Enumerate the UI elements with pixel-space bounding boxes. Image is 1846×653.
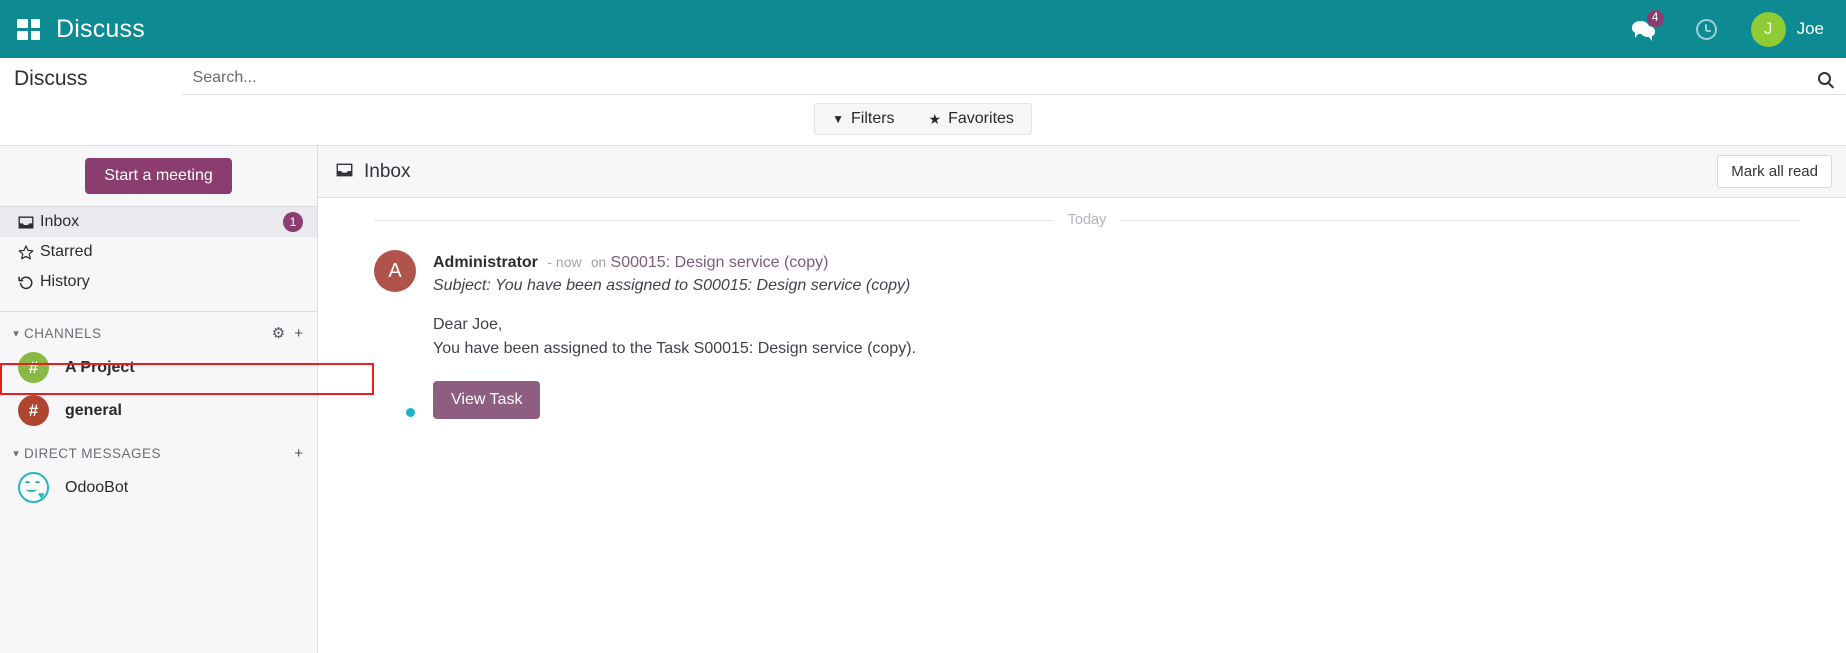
clock-icon [1696,19,1717,40]
thread-title: Inbox [336,161,410,183]
filters-dropdown-button[interactable]: ▼ Filters [815,104,911,134]
control-panel-top-row: Discuss [0,58,1846,99]
date-separator-rule-left [374,220,1054,221]
search-view [182,62,1846,95]
user-name-label: Joe [1797,19,1824,39]
history-icon [18,275,40,290]
message-header: Administrator - now on S00015: Design se… [433,252,1800,274]
sidebar-item-inbox[interactable]: Inbox 1 [0,207,317,237]
sidebar-channel-general[interactable]: # general [0,389,317,432]
channel-hash-icon: # [18,352,49,383]
sidebar-item-history-label: History [40,273,303,291]
messages-counter-badge: 4 [1647,10,1664,27]
top-navbar: Discuss 4 J Joe [0,0,1846,58]
date-separator: Today [318,212,1846,228]
filters-label: Filters [851,110,895,128]
message-record-link[interactable]: S00015: Design service (copy) [611,254,829,271]
search-input[interactable] [182,69,1815,87]
favorites-label: Favorites [948,110,1014,128]
channels-section-title: CHANNELS [24,326,263,341]
activities-systray-button[interactable] [1696,19,1717,40]
apps-grid-icon [17,19,40,40]
messages-systray-button[interactable]: 4 [1632,17,1662,41]
sidebar-channel-a-project[interactable]: # A Project [0,346,317,389]
navbar-app-title: Discuss [56,15,145,44]
online-dot-icon [405,407,416,418]
message-item: A Administrator - now on S00015: Design … [318,250,1846,419]
plus-icon[interactable]: + [294,326,303,341]
search-icon [1818,72,1831,85]
thread-message-list: Today A Administrator - now on S00015: D… [318,198,1846,653]
search-dropdown-group: ▼ Filters ★ Favorites [814,103,1032,135]
date-separator-label: Today [1068,212,1107,228]
inbox-icon [336,163,353,181]
message-text: You have been assigned to the Task S0001… [433,337,1800,362]
chevron-down-icon: ▾ [8,327,24,340]
mark-all-read-button[interactable]: Mark all read [1717,155,1832,188]
favorites-dropdown-button[interactable]: ★ Favorites [912,104,1031,134]
breadcrumb: Discuss [14,67,88,91]
control-panel: Discuss ▼ Filters ★ Favorites [0,58,1846,146]
channels-section-header[interactable]: ▾ CHANNELS ⚙ + [0,312,317,346]
plus-icon[interactable]: + [294,446,303,461]
direct-messages-section-header[interactable]: ▾ DIRECT MESSAGES + [0,432,317,466]
chevron-down-icon: ▾ [8,447,24,460]
date-separator-rule-right [1120,220,1800,221]
control-panel-bottom-row: ▼ Filters ★ Favorites [0,99,1846,145]
inbox-counter: 1 [283,212,303,232]
sidebar-dm-odoobot[interactable]: ♥ OdooBot [0,466,317,509]
channel-name-label: A Project [65,359,135,377]
discuss-thread: Inbox Mark all read Today A Administrato… [318,146,1846,653]
view-task-button[interactable]: View Task [433,381,540,419]
message-timestamp: - now [547,254,581,270]
gear-icon[interactable]: ⚙ [272,326,285,341]
navbar-systray: 4 J Joe [1632,12,1824,47]
discuss-sidebar: Start a meeting Inbox 1 [0,146,318,653]
avatar: A [374,250,416,292]
avatar: J [1751,12,1786,47]
user-menu[interactable]: J Joe [1751,12,1824,47]
message-avatar-wrapper: A [374,250,416,419]
sidebar-item-inbox-label: Inbox [40,213,283,231]
start-meeting-area: Start a meeting [0,146,317,207]
apps-menu-toggle[interactable] [0,0,56,58]
message-body: Administrator - now on S00015: Design se… [433,250,1800,419]
thread-header: Inbox Mark all read [318,146,1846,198]
message-on-label: on [591,255,606,270]
sidebar-item-history[interactable]: History [0,267,317,297]
direct-messages-section-title: DIRECT MESSAGES [24,446,285,461]
message-subject: Subject: You have been assigned to S0001… [433,277,1800,295]
star-icon: ★ [929,111,942,128]
star-outline-icon [18,245,40,260]
funnel-icon: ▼ [832,112,844,126]
discuss-workspace: Start a meeting Inbox 1 [0,146,1846,653]
start-meeting-button[interactable]: Start a meeting [85,158,232,194]
search-button[interactable] [1815,72,1834,85]
sidebar-item-starred[interactable]: Starred [0,237,317,267]
channel-name-label: general [65,402,122,420]
dm-name-label: OdooBot [65,479,128,497]
sidebar-item-starred-label: Starred [40,243,303,261]
message-greeting: Dear Joe, [433,313,1800,338]
message-author: Administrator [433,254,538,271]
odoobot-avatar-icon: ♥ [18,472,49,503]
thread-title-label: Inbox [364,161,410,183]
mailbox-list: Inbox 1 Starred History [0,207,317,297]
inbox-icon [18,216,40,229]
channel-hash-icon: # [18,395,49,426]
